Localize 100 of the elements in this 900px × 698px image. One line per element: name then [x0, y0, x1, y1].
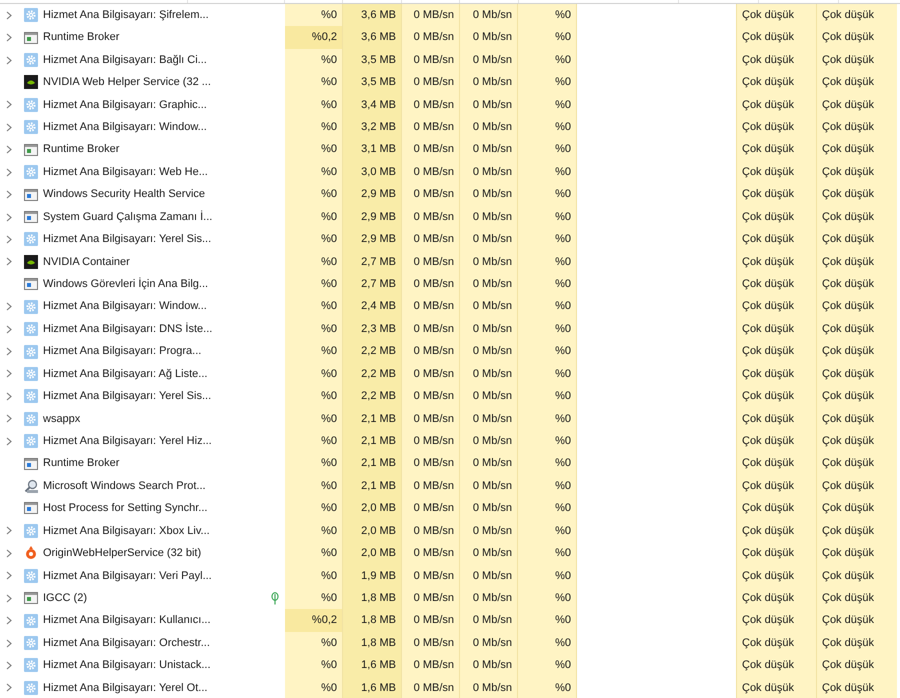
disk-value: 0 MB/sn — [414, 232, 454, 248]
process-row[interactable]: Hizmet Ana Bilgisayarı: Xbox Liv... %0 2,0 MB 0 MB/sn 0 Mb/sn %0 Çok düşük Çok düşük — [0, 520, 900, 542]
cpu-value: %0 — [321, 412, 337, 427]
process-row[interactable]: Hizmet Ana Bilgisayarı: Window... %0 3,2 MB 0 MB/sn 0 Mb/sn %0 Çok düşük Çok düşük — [0, 116, 900, 139]
process-name: Hizmet Ana Bilgisayarı: Yerel Sis... — [43, 389, 212, 404]
chevron-right-icon[interactable] — [6, 526, 12, 536]
power-trend: Çok düşük — [822, 8, 874, 23]
process-name: Hizmet Ana Bilgisayarı: Graphic... — [43, 98, 207, 113]
process-row[interactable]: Hizmet Ana Bilgisayarı: Kullanıcı... %0,2 1,8 MB 0 MB/sn 0 Mb/sn %0 Çok düşük Çok düşük — [0, 609, 900, 632]
chevron-right-icon[interactable] — [6, 234, 12, 244]
process-name: Hizmet Ana Bilgisayarı: Xbox Liv... — [43, 524, 210, 539]
process-row[interactable]: NVIDIA Web Helper Service (32 ... %0 3,5 MB 0 MB/sn 0 Mb/sn %0 Çok düşük Çok düşük — [0, 71, 900, 94]
process-row[interactable]: Microsoft Windows Search Prot... %0 2,1 MB 0 MB/sn 0 Mb/sn %0 Çok düşük Çok düşük — [0, 474, 900, 498]
gear-icon — [24, 344, 38, 359]
power-trend: Çok düşük — [822, 120, 874, 136]
memory-value: 1,8 MB — [361, 613, 396, 628]
disk-value: 0 MB/sn — [414, 8, 454, 23]
gear-icon — [24, 389, 38, 404]
chevron-right-icon[interactable] — [6, 571, 12, 580]
eye-logo-icon — [24, 254, 38, 269]
chevron-right-icon[interactable] — [6, 302, 12, 312]
process-row[interactable]: Hizmet Ana Bilgisayarı: Veri Payl... %0 1,9 MB 0 MB/sn 0 Mb/sn %0 Çok düşük Çok düşük — [0, 564, 900, 587]
process-row[interactable]: Hizmet Ana Bilgisayarı: Ağ Liste... %0 2,2 MB 0 MB/sn 0 Mb/sn %0 Çok düşük Çok düşük — [0, 362, 900, 386]
process-row[interactable]: Hizmet Ana Bilgisayarı: Yerel Ot... %0 1,6 MB 0 MB/sn 0 Mb/sn %0 Çok düşük Çok düşük — [0, 676, 900, 698]
window-icon — [24, 592, 38, 604]
memory-value: 2,1 MB — [361, 478, 396, 494]
process-row[interactable]: NVIDIA Container %0 2,7 MB 0 MB/sn 0 Mb/sn %0 Çok düşük Çok düşük — [0, 250, 900, 274]
chevron-right-icon[interactable] — [6, 414, 12, 424]
memory-value: 3,6 MB — [361, 8, 396, 23]
process-row[interactable]: Hizmet Ana Bilgisayarı: Orchestr... %0 1,8 MB 0 MB/sn 0 Mb/sn %0 Çok düşük Çok düşük — [0, 632, 900, 654]
process-name: IGCC (2) — [43, 590, 87, 606]
power-trend: Çok düşük — [822, 142, 874, 158]
chevron-right-icon[interactable] — [6, 594, 12, 603]
cpu-value: %0 — [321, 366, 337, 382]
gear-icon — [24, 300, 38, 314]
process-name: Hizmet Ana Bilgisayarı: Yerel Hiz... — [43, 434, 212, 449]
power-trend: Çok düşük — [822, 344, 874, 360]
cpu-value: %0 — [321, 322, 337, 337]
gear-icon — [24, 8, 38, 22]
process-row[interactable]: Hizmet Ana Bilgisayarı: Web He... %0 3,0 MB 0 MB/sn 0 Mb/sn %0 Çok düşük Çok düşük — [0, 160, 900, 184]
process-name: Hizmet Ana Bilgisayarı: DNS İste... — [43, 322, 212, 337]
process-row[interactable]: Windows Görevleri İçin Ana Bilg... %0 2,7 MB 0 MB/sn 0 Mb/sn %0 Çok düşük Çok düşük — [0, 273, 900, 296]
process-row[interactable]: Runtime Broker %0,2 3,6 MB 0 MB/sn 0 Mb/sn %0 Çok düşük Çok düşük — [0, 26, 900, 49]
chevron-right-icon[interactable] — [6, 347, 12, 356]
power-usage: Çok düşük — [742, 658, 794, 674]
chevron-right-icon[interactable] — [6, 392, 12, 401]
chevron-right-icon[interactable] — [6, 436, 12, 446]
disk-value: 0 MB/sn — [414, 366, 454, 382]
power-usage: Çok düşük — [742, 636, 794, 651]
process-name: Hizmet Ana Bilgisayarı: Web He... — [43, 164, 208, 180]
disk-value: 0 MB/sn — [414, 456, 454, 472]
memory-value: 1,9 MB — [361, 568, 396, 584]
chevron-right-icon[interactable] — [6, 100, 12, 110]
chevron-right-icon[interactable] — [6, 56, 12, 65]
gpu-value: %0 — [555, 568, 571, 584]
power-usage: Çok düşük — [742, 434, 794, 449]
chevron-right-icon[interactable] — [6, 369, 12, 378]
process-row[interactable]: System Guard Çalışma Zamanı İ... %0 2,9 MB 0 MB/sn 0 Mb/sn %0 Çok düşük Çok düşük — [0, 206, 900, 228]
process-row[interactable]: Windows Security Health Service %0 2,9 MB 0 MB/sn 0 Mb/sn %0 Çok düşük Çok düşük — [0, 183, 900, 206]
chevron-right-icon[interactable] — [6, 145, 12, 154]
chevron-right-icon[interactable] — [6, 324, 12, 334]
gpu-value: %0 — [555, 658, 571, 674]
power-trend: Çok düşük — [822, 478, 874, 494]
process-row[interactable]: Hizmet Ana Bilgisayarı: Yerel Sis... %0 2,9 MB 0 MB/sn 0 Mb/sn %0 Çok düşük Çok düşük — [0, 228, 900, 251]
process-row[interactable]: Hizmet Ana Bilgisayarı: Graphic... %0 3,4 MB 0 MB/sn 0 Mb/sn %0 Çok düşük Çok düşük — [0, 94, 900, 116]
chevron-right-icon[interactable] — [6, 33, 12, 42]
chevron-right-icon[interactable] — [6, 683, 12, 692]
chevron-right-icon[interactable] — [6, 638, 12, 648]
chevron-right-icon[interactable] — [6, 257, 12, 266]
memory-value: 2,9 MB — [361, 232, 396, 248]
cpu-value: %0 — [321, 344, 337, 360]
chevron-right-icon[interactable] — [6, 212, 12, 222]
memory-value: 2,0 MB — [361, 524, 396, 539]
network-value: 0 Mb/sn — [472, 210, 512, 225]
process-row[interactable]: Hizmet Ana Bilgisayarı: Unistack... %0 1,6 MB 0 MB/sn 0 Mb/sn %0 Çok düşük Çok düşük — [0, 654, 900, 677]
process-row[interactable]: wsappx %0 2,1 MB 0 MB/sn 0 Mb/sn %0 Çok düşük Çok düşük — [0, 408, 900, 430]
chevron-right-icon[interactable] — [6, 190, 12, 200]
process-row[interactable]: OriginWebHelperService (32 bit) %0 2,0 MB 0 MB/sn 0 Mb/sn %0 Çok düşük Çok düşük — [0, 542, 900, 565]
chevron-right-icon[interactable] — [6, 616, 12, 626]
chevron-right-icon[interactable] — [6, 660, 12, 670]
process-row[interactable]: Host Process for Setting Synchr... %0 2,0 MB 0 MB/sn 0 Mb/sn %0 Çok düşük Çok düşük — [0, 497, 900, 520]
chevron-right-icon[interactable] — [6, 10, 12, 20]
process-row[interactable]: Runtime Broker %0 2,1 MB 0 MB/sn 0 Mb/sn %0 Çok düşük Çok düşük — [0, 452, 900, 475]
process-name: Hizmet Ana Bilgisayarı: Window... — [43, 299, 207, 314]
process-row[interactable]: Hizmet Ana Bilgisayarı: Şifrelem... %0 3,6 MB 0 MB/sn 0 Mb/sn %0 Çok düşük Çok düşük — [0, 4, 900, 26]
process-row[interactable]: Hizmet Ana Bilgisayarı: Bağlı Ci... %0 3,5 MB 0 MB/sn 0 Mb/sn %0 Çok düşük Çok düşük — [0, 48, 900, 72]
process-row[interactable]: IGCC (2) %0 1,8 MB 0 MB/sn 0 Mb/sn %0 Çok düşük Çok düşük — [0, 586, 900, 610]
power-usage: Çok düşük — [742, 277, 794, 292]
chevron-right-icon[interactable] — [6, 122, 12, 132]
network-value: 0 Mb/sn — [472, 636, 512, 651]
chevron-right-icon[interactable] — [6, 168, 12, 177]
process-row[interactable]: Hizmet Ana Bilgisayarı: Window... %0 2,4 MB 0 MB/sn 0 Mb/sn %0 Çok düşük Çok düşük — [0, 295, 900, 318]
disk-value: 0 MB/sn — [414, 120, 454, 136]
process-row[interactable]: Hizmet Ana Bilgisayarı: Progra... %0 2,2 MB 0 MB/sn 0 Mb/sn %0 Çok düşük Çok düşük — [0, 340, 900, 363]
process-row[interactable]: Runtime Broker %0 3,1 MB 0 MB/sn 0 Mb/sn %0 Çok düşük Çok düşük — [0, 138, 900, 161]
chevron-right-icon[interactable] — [6, 548, 12, 558]
process-row[interactable]: Hizmet Ana Bilgisayarı: Yerel Hiz... %0 2,1 MB 0 MB/sn 0 Mb/sn %0 Çok düşük Çok düşük — [0, 430, 900, 452]
process-row[interactable]: Hizmet Ana Bilgisayarı: DNS İste... %0 2,3 MB 0 MB/sn 0 Mb/sn %0 Çok düşük Çok düşük — [0, 318, 900, 340]
disk-value: 0 MB/sn — [414, 546, 454, 562]
process-row[interactable]: Hizmet Ana Bilgisayarı: Yerel Sis... %0 2,2 MB 0 MB/sn 0 Mb/sn %0 Çok düşük Çok düşük — [0, 385, 900, 408]
